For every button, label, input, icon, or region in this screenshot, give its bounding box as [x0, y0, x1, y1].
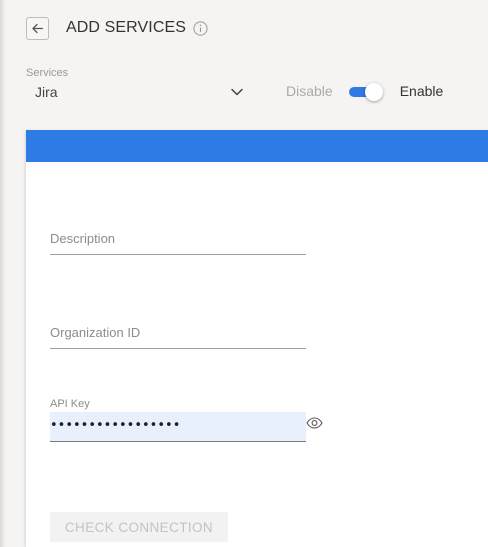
arrow-left-icon: [32, 23, 44, 33]
organization-id-underline: [50, 348, 306, 349]
description-field[interactable]: Description: [50, 226, 306, 255]
api-key-masked-value: •••••••••••••••••: [50, 418, 181, 433]
page-header: ADD SERVICES: [26, 16, 208, 40]
page-title: ADD SERVICES: [66, 19, 187, 36]
description-underline: [50, 254, 306, 255]
check-connection-button[interactable]: CHECK CONNECTION: [50, 512, 228, 542]
info-icon[interactable]: [193, 20, 208, 36]
disable-label: Disable: [286, 83, 333, 99]
card-header-band: [26, 130, 488, 162]
panel-edge-shadow: [0, 0, 6, 547]
api-key-field[interactable]: API Key •••••••••••••••••: [50, 398, 306, 443]
status-toggle-group: Disable Enable: [286, 80, 443, 102]
enable-toggle-switch[interactable]: [348, 83, 383, 101]
organization-id-field[interactable]: Organization ID: [50, 320, 306, 349]
eye-icon[interactable]: [306, 417, 323, 429]
chevron-down-icon: [231, 88, 243, 96]
organization-id-input[interactable]: [50, 326, 306, 348]
service-config-card: Description Organization ID API Key ••••…: [26, 130, 488, 547]
services-selected-value: Jira: [35, 84, 58, 100]
enable-label: Enable: [399, 83, 444, 99]
toggle-thumb[interactable]: [364, 83, 383, 101]
api-key-label: API Key: [50, 398, 90, 410]
services-label: Services: [26, 67, 69, 79]
add-services-panel: ADD SERVICES Services Jira Disable Enabl…: [0, 0, 488, 547]
services-dropdown[interactable]: Jira: [26, 81, 246, 103]
back-button[interactable]: [26, 16, 49, 40]
api-key-input[interactable]: •••••••••••••••••: [50, 412, 306, 442]
description-input[interactable]: [50, 232, 306, 254]
